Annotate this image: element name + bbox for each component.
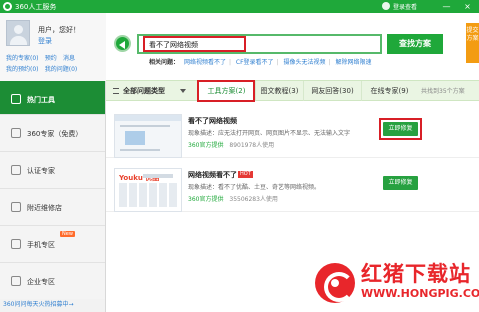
hot-badge: HOT <box>238 171 253 178</box>
user-greeting: 用户，您好！ <box>38 26 80 34</box>
my-experts-link[interactable]: 我的专家(0) <box>6 55 39 62</box>
login-icon <box>382 2 390 10</box>
search-area: 查找方案 提交方案 相关问题： 网络视频看不了| CF登录看不了| 摄像头无法视… <box>106 13 479 75</box>
total-count: 共找到35个方案 <box>421 88 465 95</box>
related-label: 相关问题： <box>149 59 180 66</box>
result-provider: 360官方提供 <box>188 196 224 203</box>
result-thumbnail: Youku 优酷 <box>114 168 182 212</box>
shop-icon <box>11 202 21 212</box>
result-meta: 360官方提供 35506283人使用 <box>188 194 278 203</box>
sidebar-item-enterprise[interactable]: 企业专区 <box>0 262 105 299</box>
result-description: 现象描述：应无法打开网页、网页图片不显示、无法输入文字 <box>188 130 351 137</box>
tab-tutorials[interactable]: 图文教程(3) <box>255 81 303 101</box>
my-questions-link[interactable]: 我的问题(0) <box>45 66 78 73</box>
sidebar-item-hot-tools[interactable]: 热门工具 <box>0 81 105 118</box>
related-link[interactable]: CF登录看不了 <box>236 59 274 66</box>
window-title: 360人工服务 <box>15 3 57 11</box>
annotation-highlight <box>197 80 255 102</box>
result-description: 现象描述：看不了优酷、土豆、奇艺等网络视频。 <box>188 184 321 191</box>
result-usage: 35506283人使用 <box>229 196 278 203</box>
result-provider: 360官方提供 <box>188 142 224 149</box>
back-button[interactable] <box>114 35 131 52</box>
watermark-text: 红猪下载站 <box>361 262 471 286</box>
annotation-highlight <box>379 118 422 140</box>
sidebar-item-label: 360专家（免费） <box>27 130 83 138</box>
category-dropdown[interactable]: 全部问题类型 <box>123 86 165 96</box>
user-links: 我的专家(0) 预约 消息 我的预约(0) 我的问题(0) <box>6 53 106 75</box>
list-icon <box>113 88 119 94</box>
related-link[interactable]: 网络视频看不了 <box>184 59 226 66</box>
watermark-url: WWW.HONGPIG.COM <box>361 287 479 300</box>
titlebar-login-label: 登录查看 <box>393 4 418 11</box>
sidebar-item-label: 手机专区 <box>27 241 55 249</box>
title-bar: 360人工服务 登录查看 — × <box>0 0 479 13</box>
sidebar-item-certified-expert[interactable]: 认证专家 <box>0 151 105 188</box>
result-title[interactable]: 看不了网络视频 <box>188 116 237 126</box>
messages-link[interactable]: 消息 <box>63 55 75 62</box>
appointment-link[interactable]: 预约 <box>45 55 57 62</box>
result-title[interactable]: 网络视频看不了 <box>188 170 237 180</box>
left-sidebar: 用户，您好！ 登录 我的专家(0) 预约 消息 我的预约(0) 我的问题(0) … <box>0 13 106 312</box>
list-item: 看不了网络视频 现象描述：应无法打开网页、网页图片不显示、无法输入文字 360官… <box>106 106 479 158</box>
certified-icon <box>11 165 21 175</box>
fix-now-button[interactable]: 立即修复 <box>383 176 418 190</box>
related-link[interactable]: 解除网络限速 <box>335 59 371 66</box>
site-watermark: 红猪下载站 WWW.HONGPIG.COM <box>315 255 479 309</box>
sidebar-item-label: 热门工具 <box>27 96 55 104</box>
tab-online-experts[interactable]: 在线专家(9) <box>361 81 417 101</box>
user-panel: 用户，您好！ 登录 我的专家(0) 预约 消息 我的预约(0) 我的问题(0) <box>0 13 106 81</box>
close-button[interactable]: × <box>462 1 473 12</box>
minimize-button[interactable]: — <box>441 1 452 12</box>
related-link[interactable]: 摄像头无法视频 <box>284 59 326 66</box>
sidebar-item-mobile[interactable]: 手机专区 New <box>0 225 105 262</box>
tab-user-answers[interactable]: 网友回答(30) <box>303 81 361 101</box>
list-item: Youku 优酷 网络视频看不了 HOT 现象描述：看不了优酷、土豆、奇艺等网络… <box>106 160 479 212</box>
annotation-highlight <box>143 36 246 52</box>
new-badge: New <box>60 231 75 237</box>
phone-icon <box>11 239 21 249</box>
result-meta: 360官方提供 8901978人使用 <box>188 140 274 149</box>
home-icon <box>11 94 21 104</box>
find-solution-button[interactable]: 查找方案 <box>387 34 443 54</box>
sidebar-item-360-expert[interactable]: 360专家（免费） <box>0 114 105 151</box>
chevron-down-icon[interactable] <box>180 89 186 93</box>
login-link[interactable]: 登录 <box>38 36 52 46</box>
watermark-logo-icon <box>315 263 355 303</box>
sidebar-item-label: 企业专区 <box>27 278 55 286</box>
expert-icon <box>11 128 21 138</box>
sidebar-item-repair-shop[interactable]: 附近维修店 <box>0 188 105 225</box>
enterprise-icon <box>11 276 21 286</box>
sidebar-item-label: 认证专家 <box>27 167 55 175</box>
my-appointments-link[interactable]: 我的预约(0) <box>6 66 39 73</box>
search-box[interactable] <box>137 34 382 54</box>
tabs-bar: 全部问题类型 工具方案(2) 图文教程(3) 网友回答(30) 在线专家(9) … <box>106 80 479 102</box>
app-logo-icon <box>3 2 12 11</box>
result-thumbnail <box>114 114 182 158</box>
titlebar-login[interactable]: 登录查看 <box>382 1 422 12</box>
recruit-link[interactable]: 360问问每天火热招募中→ <box>3 299 73 308</box>
related-questions: 相关问题： 网络视频看不了 | CF登录看不了 | 摄像头无法视频 | 解除网络限速 <box>149 59 372 66</box>
avatar[interactable] <box>6 20 30 46</box>
result-usage: 8901978人使用 <box>229 142 275 149</box>
sidebar-item-label: 附近维修店 <box>27 204 62 212</box>
